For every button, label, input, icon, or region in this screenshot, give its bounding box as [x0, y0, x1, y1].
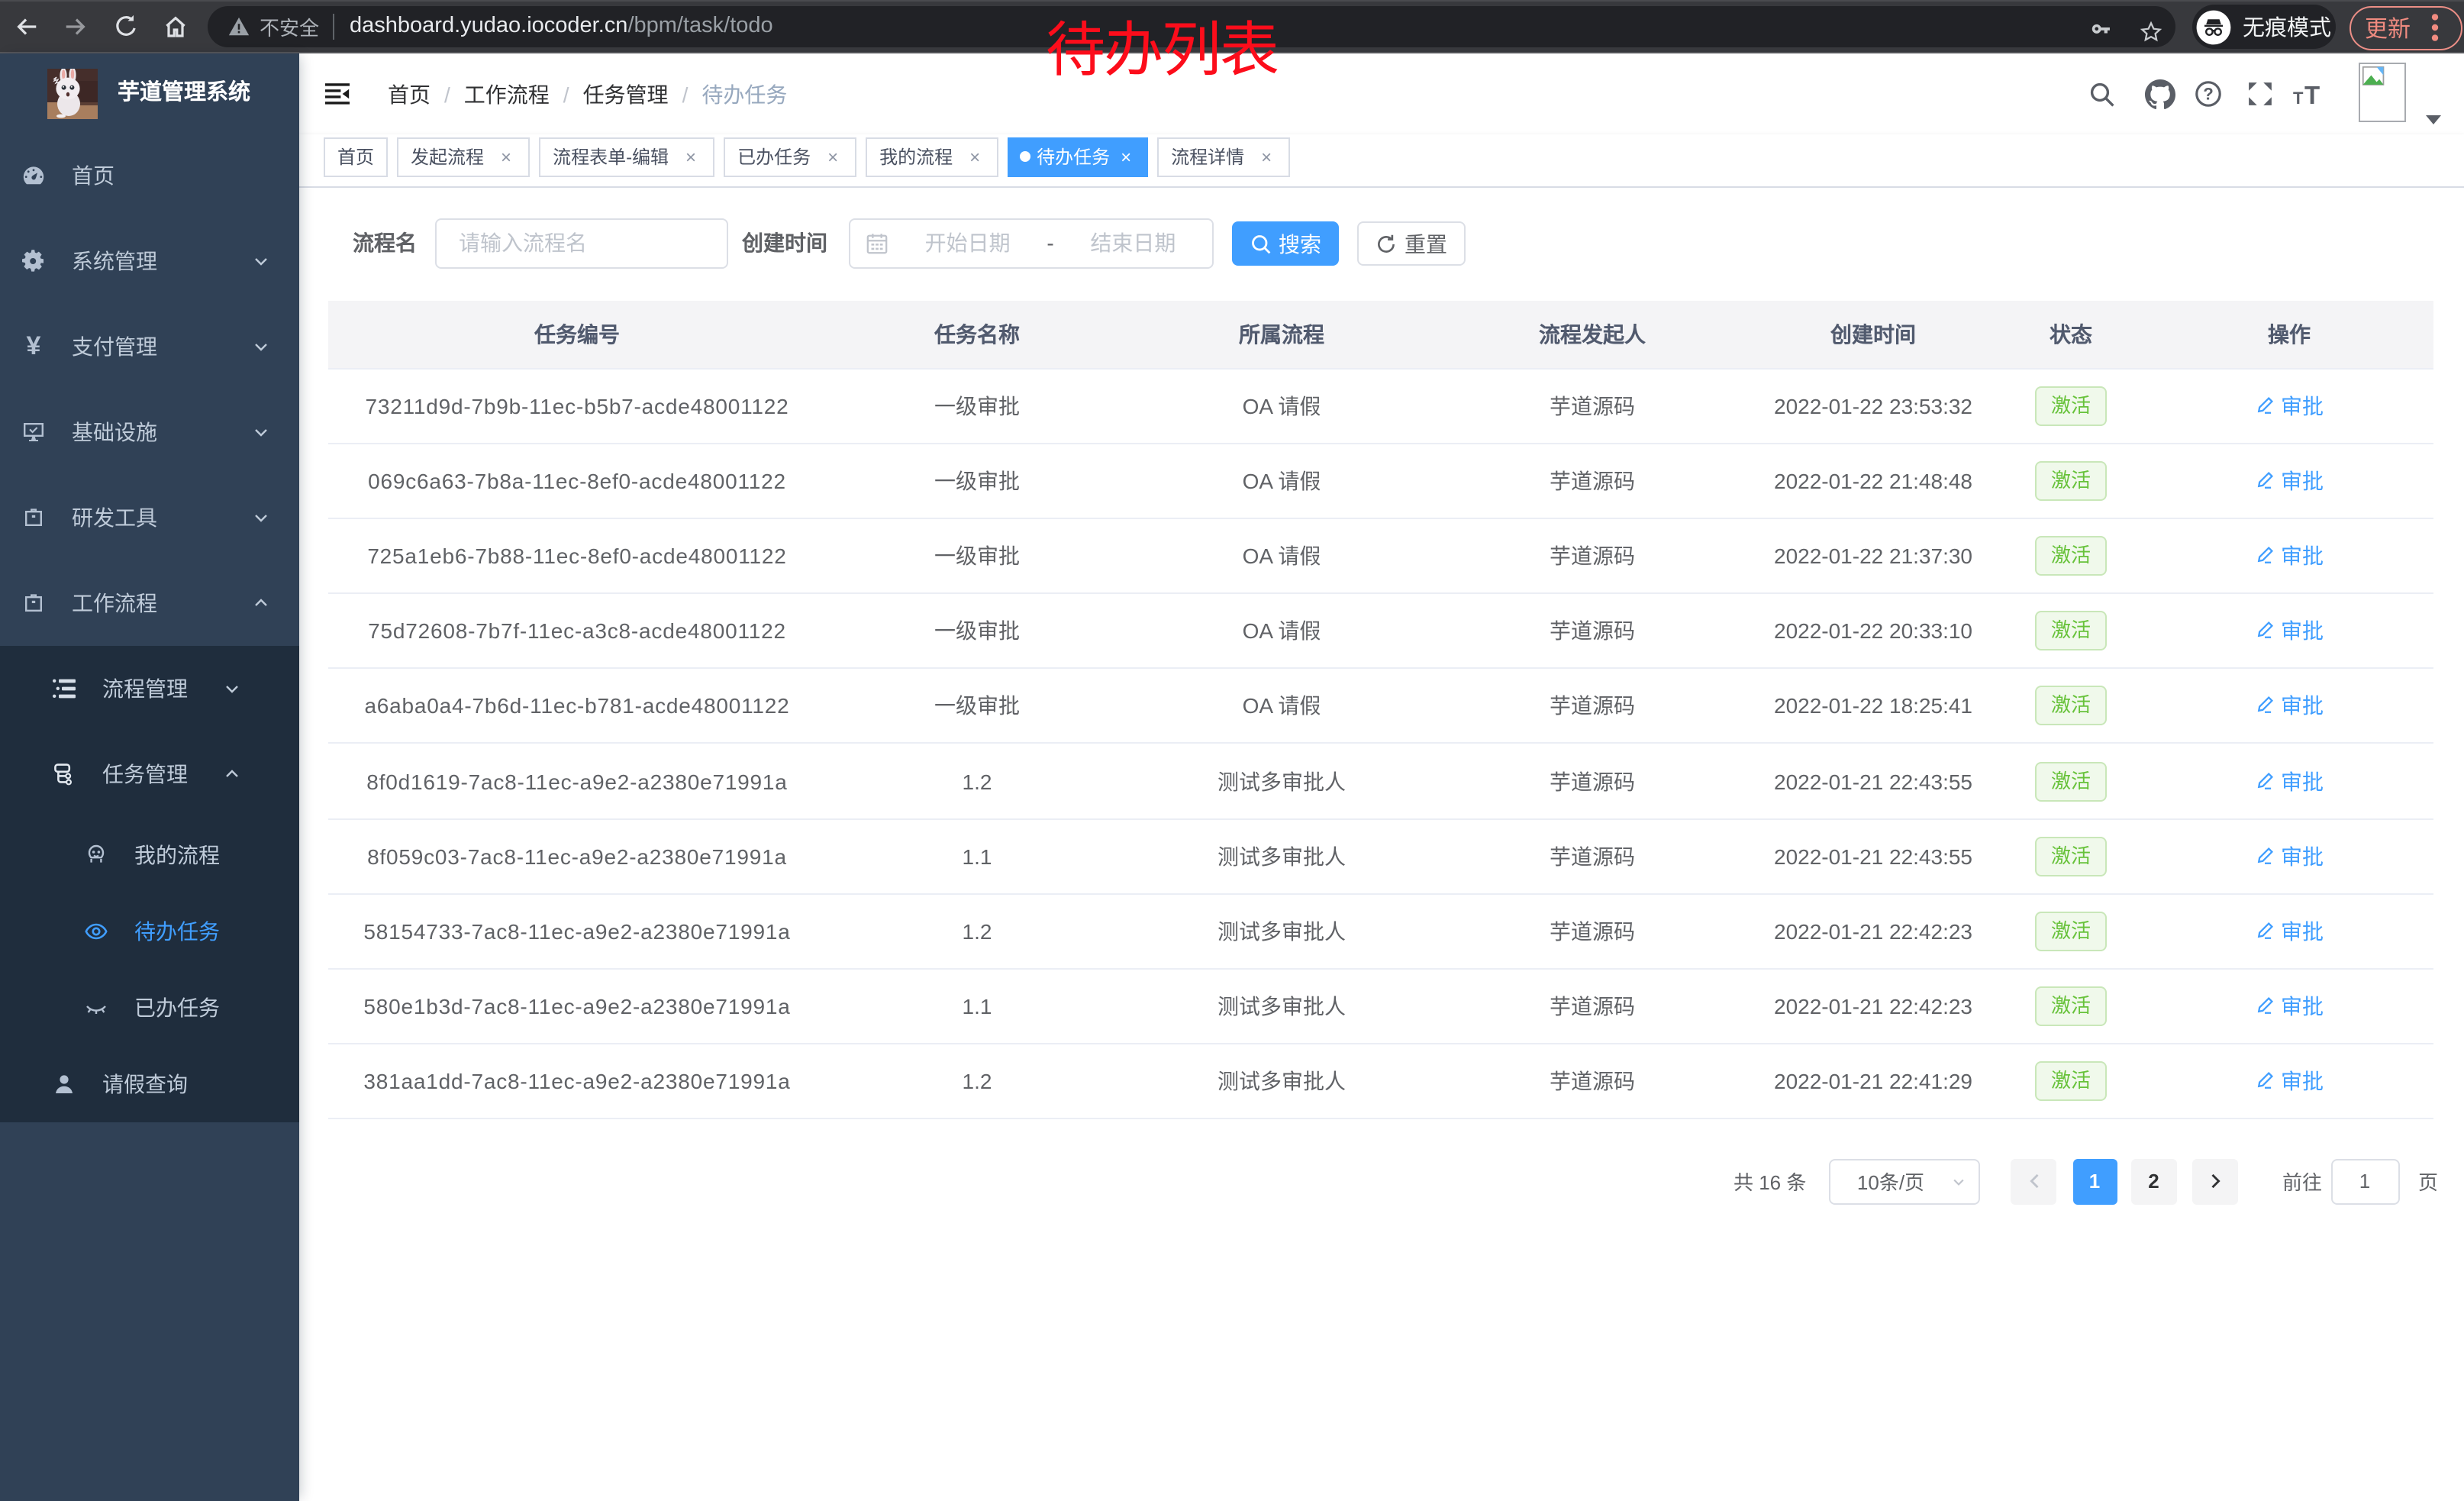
svg-text:?: ? [2203, 85, 2214, 104]
svg-text:T: T [2293, 88, 2304, 107]
svg-text:T: T [2304, 80, 2320, 108]
